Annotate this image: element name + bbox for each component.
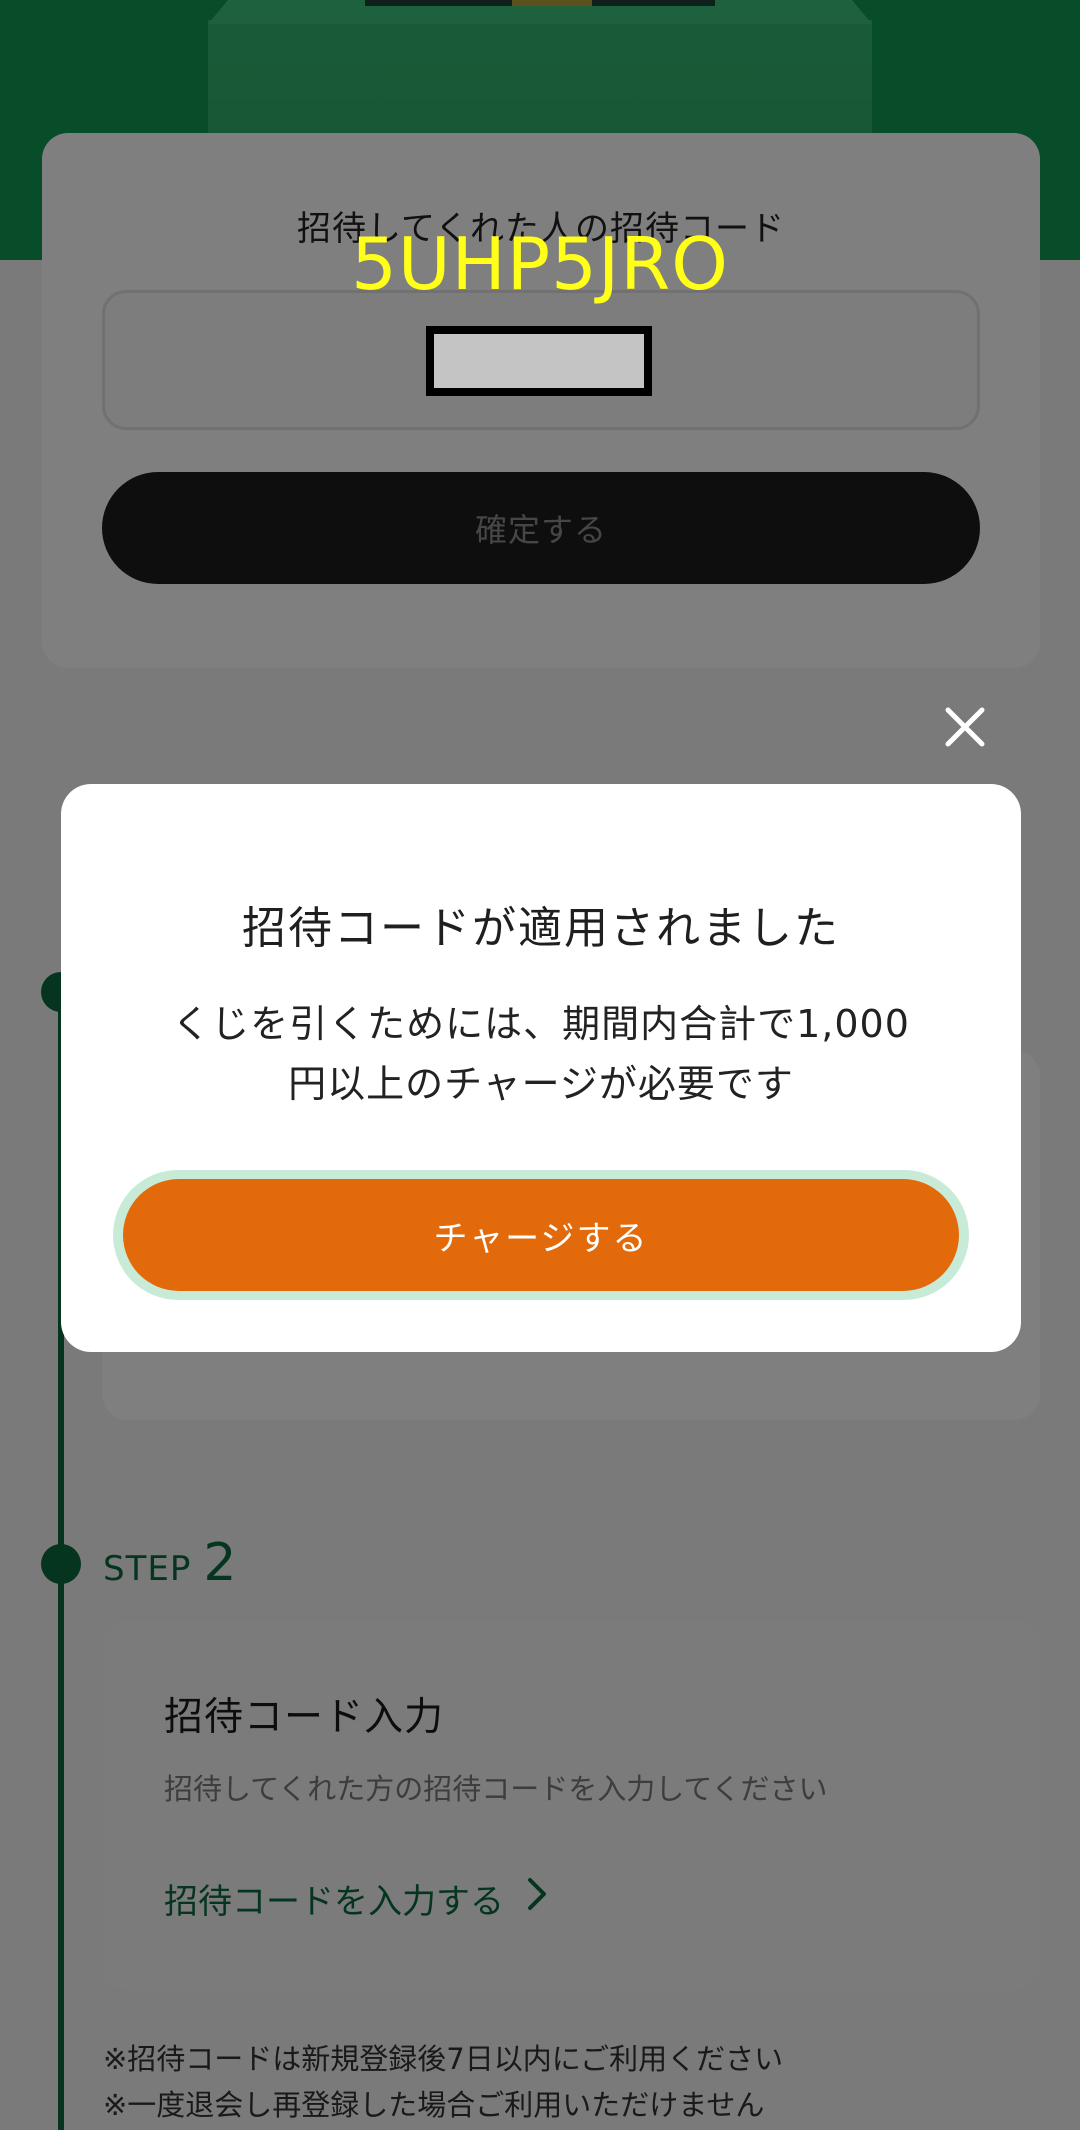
modal-title: 招待コードが適用されました bbox=[242, 903, 840, 954]
charge-button[interactable]: チャージする bbox=[123, 1179, 959, 1291]
modal-body-line: 円以上のチャージが必要です bbox=[288, 1062, 794, 1106]
success-modal: 招待コードが適用されました くじを引くためには、期間内合計で1,000 円以上の… bbox=[61, 784, 1021, 1352]
close-icon-svg bbox=[945, 707, 985, 747]
referral-code-annotation: 5UHP5JRO bbox=[351, 222, 729, 306]
modal-body: くじを引くためには、期間内合計で1,000 円以上のチャージが必要です bbox=[121, 994, 961, 1114]
redaction-box bbox=[426, 326, 652, 396]
modal-body-line: くじを引くためには、期間内合計で1,000 bbox=[172, 1002, 910, 1046]
close-icon[interactable] bbox=[940, 702, 990, 752]
